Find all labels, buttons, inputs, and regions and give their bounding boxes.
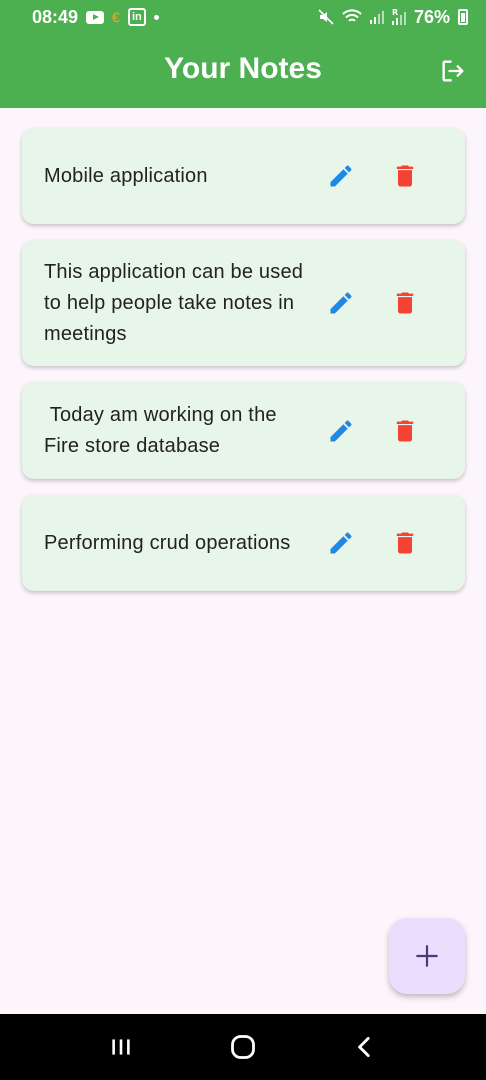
notes-list: Mobile application This application can …: [22, 128, 465, 607]
youtube-icon: [86, 10, 105, 24]
note-actions: [325, 415, 465, 447]
note-card[interactable]: Today am working on the Fire store datab…: [22, 382, 465, 479]
note-actions: [325, 160, 465, 192]
delete-icon: [396, 292, 414, 314]
page-title: Your Notes: [164, 52, 322, 85]
edit-note-button[interactable]: [325, 527, 357, 559]
edit-note-button[interactable]: [325, 160, 357, 192]
add-icon: [416, 945, 438, 967]
delete-icon: [396, 420, 414, 441]
linkedin-icon: in: [127, 8, 146, 26]
euro-icon: €: [112, 9, 120, 25]
logout-button[interactable]: [438, 56, 468, 86]
back-button[interactable]: [345, 1027, 385, 1067]
delete-note-button[interactable]: [389, 160, 421, 192]
system-nav-bar: [0, 1014, 486, 1080]
app-bar: Your Notes: [0, 34, 486, 108]
status-bar: 08:49 € in R 76%: [0, 0, 486, 34]
status-right: R 76%: [318, 7, 468, 28]
edit-note-button[interactable]: [325, 415, 357, 447]
note-text: Mobile application: [44, 164, 208, 187]
edit-icon: [330, 532, 352, 554]
delete-note-button[interactable]: [389, 527, 421, 559]
delete-icon: [396, 532, 414, 554]
logout-icon: [442, 60, 464, 82]
battery-icon: [458, 9, 468, 25]
add-note-button[interactable]: [389, 918, 465, 994]
note-card[interactable]: Mobile application: [22, 128, 465, 224]
note-actions: [325, 527, 465, 559]
edit-icon: [330, 292, 352, 314]
delete-icon: [396, 165, 414, 187]
back-icon: [358, 1036, 370, 1058]
note-text: This application can be used to help peo…: [44, 260, 309, 345]
recent-apps-button[interactable]: [101, 1027, 141, 1067]
battery-percentage: 76%: [413, 6, 450, 27]
delete-note-button[interactable]: [389, 287, 421, 319]
note-text: Performing crud operations: [44, 531, 291, 554]
edit-note-button[interactable]: [325, 287, 357, 319]
home-button[interactable]: [223, 1027, 263, 1067]
mute-icon: [318, 9, 334, 25]
edit-icon: [330, 165, 352, 187]
home-icon: [231, 1035, 255, 1059]
status-time: 08:49: [32, 6, 79, 27]
signal-icon: [369, 9, 384, 25]
note-card[interactable]: This application can be used to help peo…: [22, 240, 465, 366]
recent-apps-icon: [112, 1039, 130, 1055]
wifi-icon: [342, 9, 362, 25]
svg-text:R: R: [392, 8, 398, 17]
status-left: 08:49 € in: [32, 7, 159, 28]
dot-icon: [153, 14, 159, 20]
note-card[interactable]: Performing crud operations: [22, 495, 465, 591]
edit-icon: [330, 419, 352, 441]
note-text: Today am working on the Fire store datab…: [44, 403, 283, 457]
signal-roaming-icon: R: [391, 8, 406, 26]
delete-note-button[interactable]: [389, 415, 421, 447]
note-actions: [325, 287, 465, 319]
